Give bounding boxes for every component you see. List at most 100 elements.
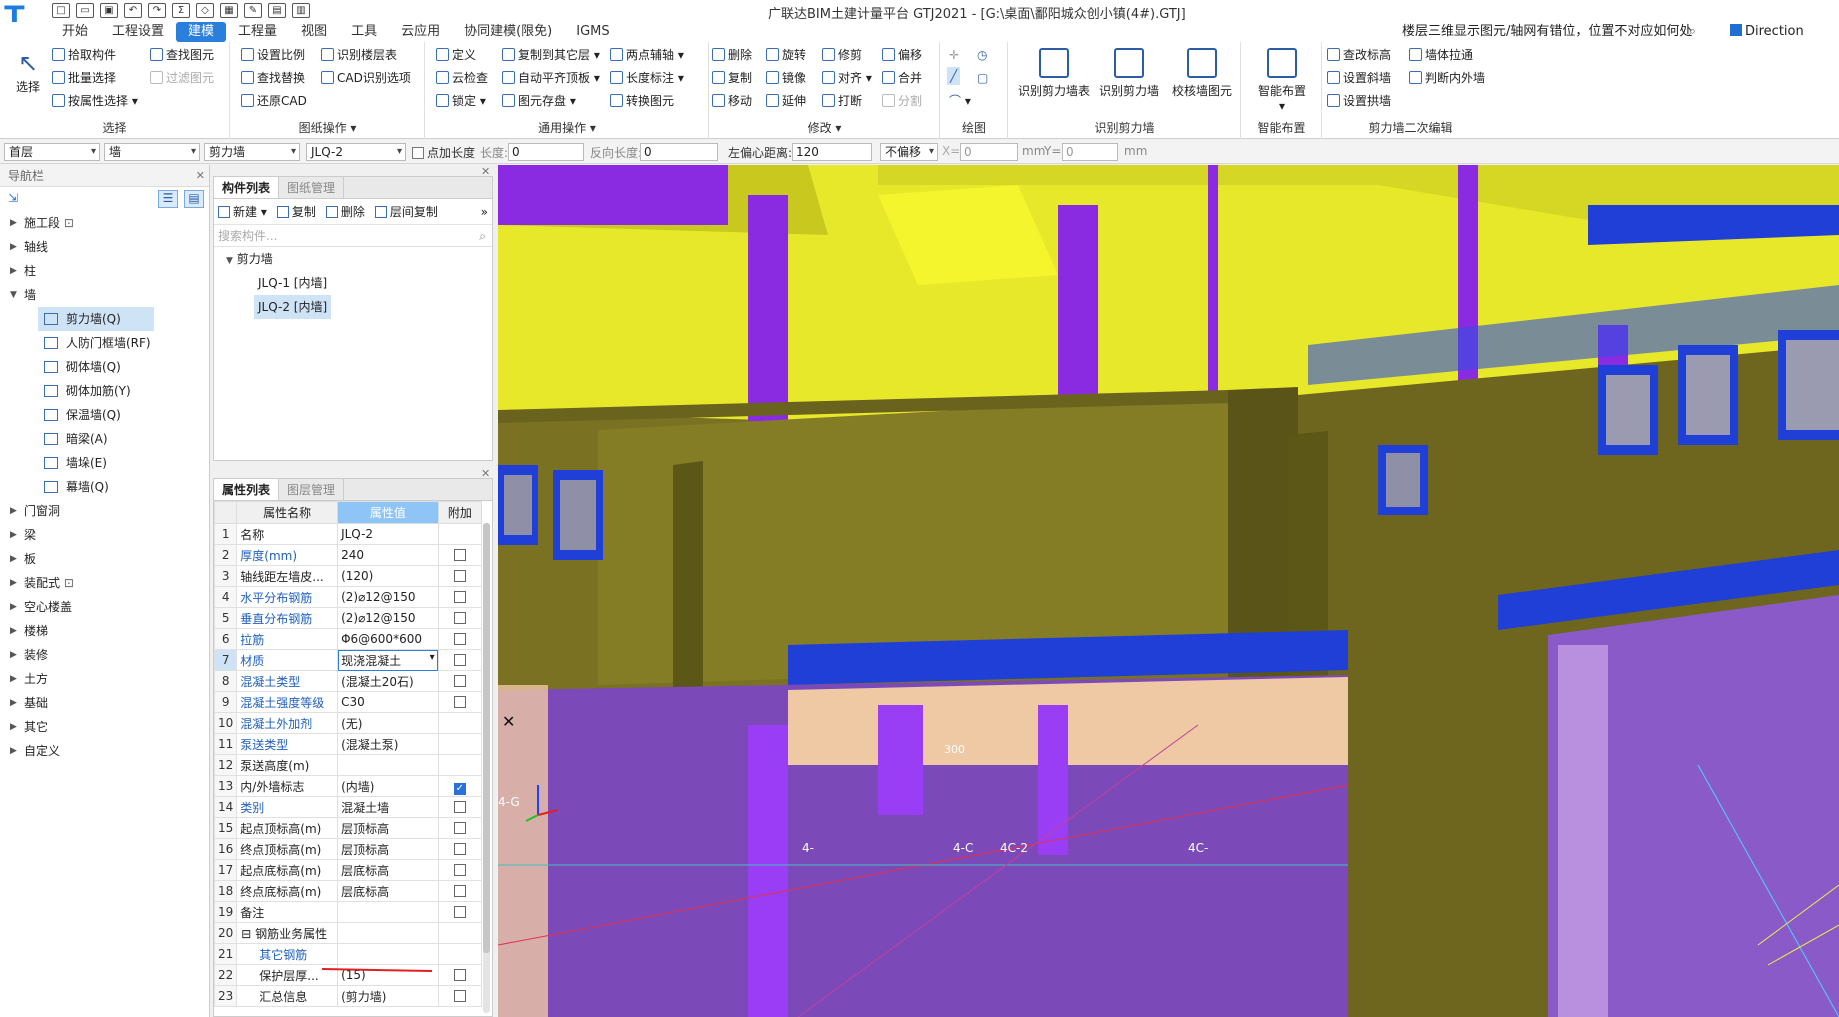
- undo-icon[interactable]: ↶: [124, 3, 142, 18]
- property-value[interactable]: [337, 754, 439, 776]
- nav-sub-hidden-beam[interactable]: 暗梁(A): [0, 427, 209, 451]
- menu-cloud[interactable]: 云应用: [389, 22, 452, 42]
- property-value[interactable]: 现浇混凝土 ▾: [337, 649, 439, 671]
- nomove-select[interactable]: 不偏移: [880, 143, 938, 161]
- property-value[interactable]: (无): [337, 712, 439, 734]
- property-value[interactable]: 混凝土墙: [337, 796, 439, 818]
- search-icon[interactable]: ⌕: [479, 225, 486, 247]
- judge-wall-button[interactable]: 判断内外墙: [1409, 69, 1485, 87]
- copy-component-button[interactable]: 复制: [276, 203, 316, 220]
- list-view-icon[interactable]: ☰: [158, 190, 178, 208]
- property-value[interactable]: 层底标高: [337, 880, 439, 902]
- set-slant-wall-button[interactable]: 设置斜墙: [1327, 69, 1391, 87]
- property-row[interactable]: 13 内/外墙标志 (内墙) ✓: [213, 775, 483, 797]
- edit-icon[interactable]: ✎: [244, 3, 262, 18]
- extra-checkbox[interactable]: [453, 969, 466, 981]
- rect-draw-button[interactable]: ▢: [977, 69, 988, 87]
- view3d-icon[interactable]: ◇: [196, 3, 214, 18]
- two-point-axis-button[interactable]: 两点辅轴 ▾: [610, 46, 684, 64]
- pick-component-button[interactable]: 拾取构件: [52, 46, 116, 64]
- menu-view[interactable]: 视图: [289, 22, 339, 42]
- open-icon[interactable]: ▭: [76, 3, 94, 18]
- doc-icon[interactable]: ▤: [268, 3, 286, 18]
- type-select[interactable]: 剪力墙: [204, 143, 300, 161]
- menu-tools[interactable]: 工具: [339, 22, 389, 42]
- copy-button[interactable]: 复制: [712, 69, 752, 87]
- property-value[interactable]: 层顶标高: [337, 838, 439, 860]
- delete-component-button[interactable]: 删除: [325, 203, 365, 220]
- nav-item-slab[interactable]: ▶ 板: [0, 547, 209, 571]
- nav-item-foundation[interactable]: ▶ 基础: [0, 691, 209, 715]
- extra-checkbox[interactable]: [453, 990, 466, 1002]
- component-select[interactable]: JLQ-2: [306, 143, 406, 161]
- nav-sub-masonry-wall[interactable]: 砌体墙(Q): [0, 355, 209, 379]
- property-row[interactable]: 5 垂直分布钢筋 (2)⌀12@150: [213, 607, 483, 629]
- offset-button[interactable]: 偏移: [882, 46, 922, 64]
- y-input[interactable]: 0: [1062, 143, 1118, 161]
- property-value[interactable]: 层顶标高: [337, 817, 439, 839]
- property-value[interactable]: [337, 901, 439, 923]
- component-search-input[interactable]: 搜索构件... ⌕: [214, 225, 492, 247]
- restore-cad-button[interactable]: 还原CAD: [241, 92, 307, 110]
- extra-checkbox[interactable]: [453, 885, 466, 897]
- line-draw-button[interactable]: ╱: [947, 67, 961, 85]
- length-dim-button[interactable]: 长度标注 ▾: [610, 69, 684, 87]
- property-row[interactable]: 15 起点顶标高(m) 层顶标高: [213, 817, 483, 839]
- extend-button[interactable]: 延伸: [766, 92, 806, 110]
- direction-button[interactable]: Direction: [1730, 22, 1804, 42]
- recognize-wall-button[interactable]: 识别剪力墙: [1093, 48, 1165, 99]
- menu-modeling[interactable]: 建模: [176, 22, 227, 42]
- nav-item-other[interactable]: ▶ 其它: [0, 715, 209, 739]
- nav-sub-insulation-wall[interactable]: 保温墙(Q): [0, 403, 209, 427]
- wall-stretch-button[interactable]: 墙体拉通: [1409, 46, 1473, 64]
- rotate-point-button[interactable]: ◷: [977, 46, 987, 64]
- arc-draw-button[interactable]: ⌒ ▾: [949, 92, 971, 110]
- split-button[interactable]: 分割: [882, 92, 922, 110]
- property-row[interactable]: 1 名称 JLQ-2: [213, 523, 483, 545]
- menu-project-settings[interactable]: 工程设置: [100, 22, 176, 42]
- x-input[interactable]: 0: [960, 143, 1018, 161]
- tab-component-list[interactable]: 构件列表: [214, 177, 280, 198]
- close-icon[interactable]: ✕: [196, 165, 205, 187]
- recognize-floor-table-button[interactable]: 识别楼层表: [321, 46, 397, 64]
- property-value[interactable]: [337, 943, 439, 965]
- extra-checkbox[interactable]: [453, 864, 466, 876]
- nav-sub-curtain-wall[interactable]: 幕墙(Q): [0, 475, 209, 499]
- menu-start[interactable]: 开始: [50, 22, 100, 42]
- nav-sub-civil-defense-wall[interactable]: 人防门框墙(RF): [0, 331, 209, 355]
- nav-sub-masonry-rebar[interactable]: 砌体加筋(Y): [0, 379, 209, 403]
- trim-button[interactable]: 修剪: [822, 46, 862, 64]
- point-draw-button[interactable]: ✛: [949, 46, 959, 64]
- property-value[interactable]: [337, 922, 439, 944]
- property-value[interactable]: Φ6@600*600: [337, 628, 439, 650]
- nav-item-beam[interactable]: ▶ 梁: [0, 523, 209, 547]
- select-button[interactable]: ↖ 选择: [10, 48, 46, 95]
- property-row[interactable]: 2 厚度(mm) 240: [213, 544, 483, 566]
- detail-view-icon[interactable]: ▤: [184, 190, 204, 208]
- property-row[interactable]: 17 起点底标高(m) 层底标高: [213, 859, 483, 881]
- length-input[interactable]: 0: [508, 143, 584, 161]
- property-row[interactable]: 19 备注: [213, 901, 483, 923]
- nav-item-prefab[interactable]: ▶ 装配式 ⊡: [0, 571, 209, 595]
- extra-checkbox[interactable]: [453, 801, 466, 813]
- cad-options-button[interactable]: CAD识别选项: [321, 69, 411, 87]
- align-button[interactable]: 对齐 ▾: [822, 69, 872, 87]
- convert-element-button[interactable]: 转换图元: [610, 92, 674, 110]
- extra-checkbox[interactable]: [453, 843, 466, 855]
- extra-checkbox[interactable]: [453, 906, 466, 918]
- window-icon[interactable]: ▥: [292, 3, 310, 18]
- property-row[interactable]: 4 水平分布钢筋 (2)⌀12@150: [213, 586, 483, 608]
- set-scale-button[interactable]: 设置比例: [241, 46, 305, 64]
- tab-property-list[interactable]: 属性列表: [214, 479, 280, 500]
- floor-select[interactable]: 首层: [4, 143, 100, 161]
- property-value[interactable]: (剪力墙): [337, 985, 439, 1007]
- nav-item-wall[interactable]: ▼ 墙: [0, 283, 209, 307]
- layout-icon[interactable]: ▦: [220, 3, 238, 18]
- extra-checkbox[interactable]: [453, 633, 466, 645]
- new-icon[interactable]: □: [52, 3, 70, 18]
- auto-align-slab-button[interactable]: 自动平齐顶板 ▾: [502, 69, 600, 87]
- save-element-button[interactable]: 图元存盘 ▾: [502, 92, 576, 110]
- menu-quantity[interactable]: 工程量: [226, 22, 289, 42]
- reverse-length-input[interactable]: 0: [640, 143, 718, 161]
- property-row[interactable]: 18 终点底标高(m) 层底标高: [213, 880, 483, 902]
